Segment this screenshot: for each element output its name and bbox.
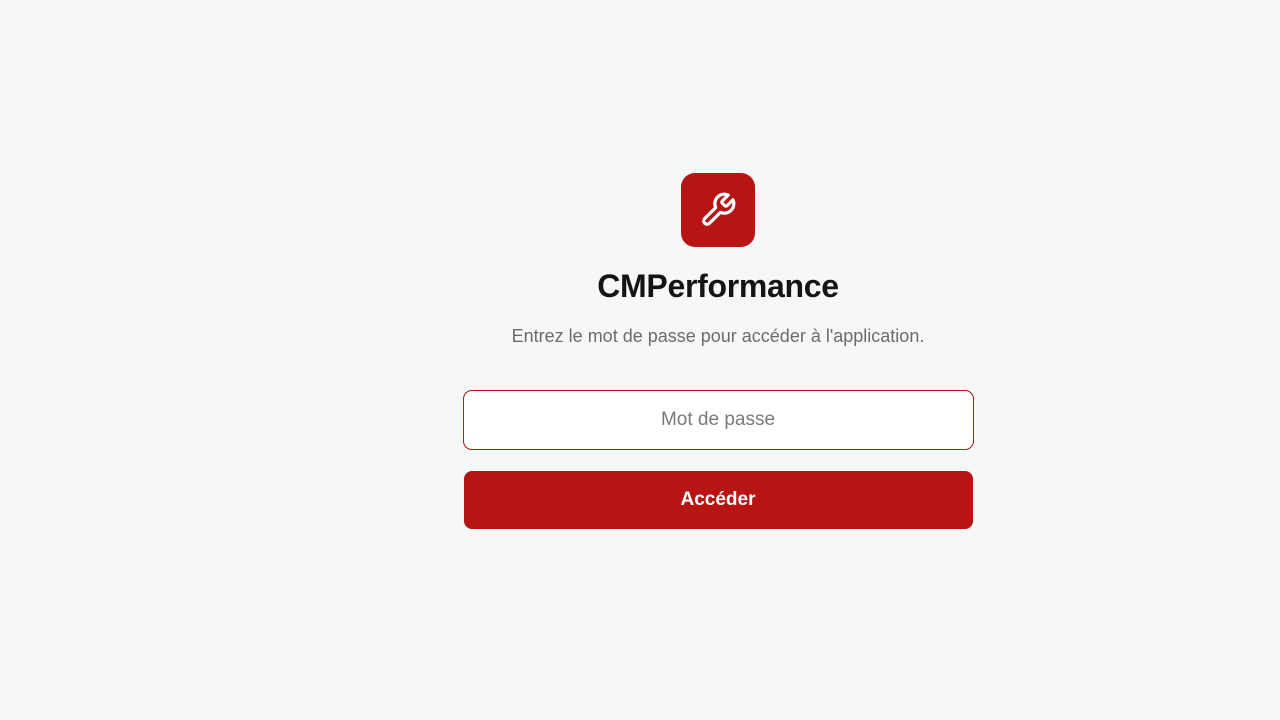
login-page: CMPerformance Entrez le mot de passe pou… <box>0 0 1280 720</box>
login-card: CMPerformance Entrez le mot de passe pou… <box>462 173 974 529</box>
password-input[interactable] <box>462 389 974 450</box>
submit-button[interactable]: Accéder <box>463 470 973 529</box>
app-subtitle: Entrez le mot de passe pour accéder à l'… <box>511 326 925 347</box>
app-logo <box>681 173 755 247</box>
app-title: CMPerformance <box>597 268 839 304</box>
wrench-icon <box>702 192 736 226</box>
